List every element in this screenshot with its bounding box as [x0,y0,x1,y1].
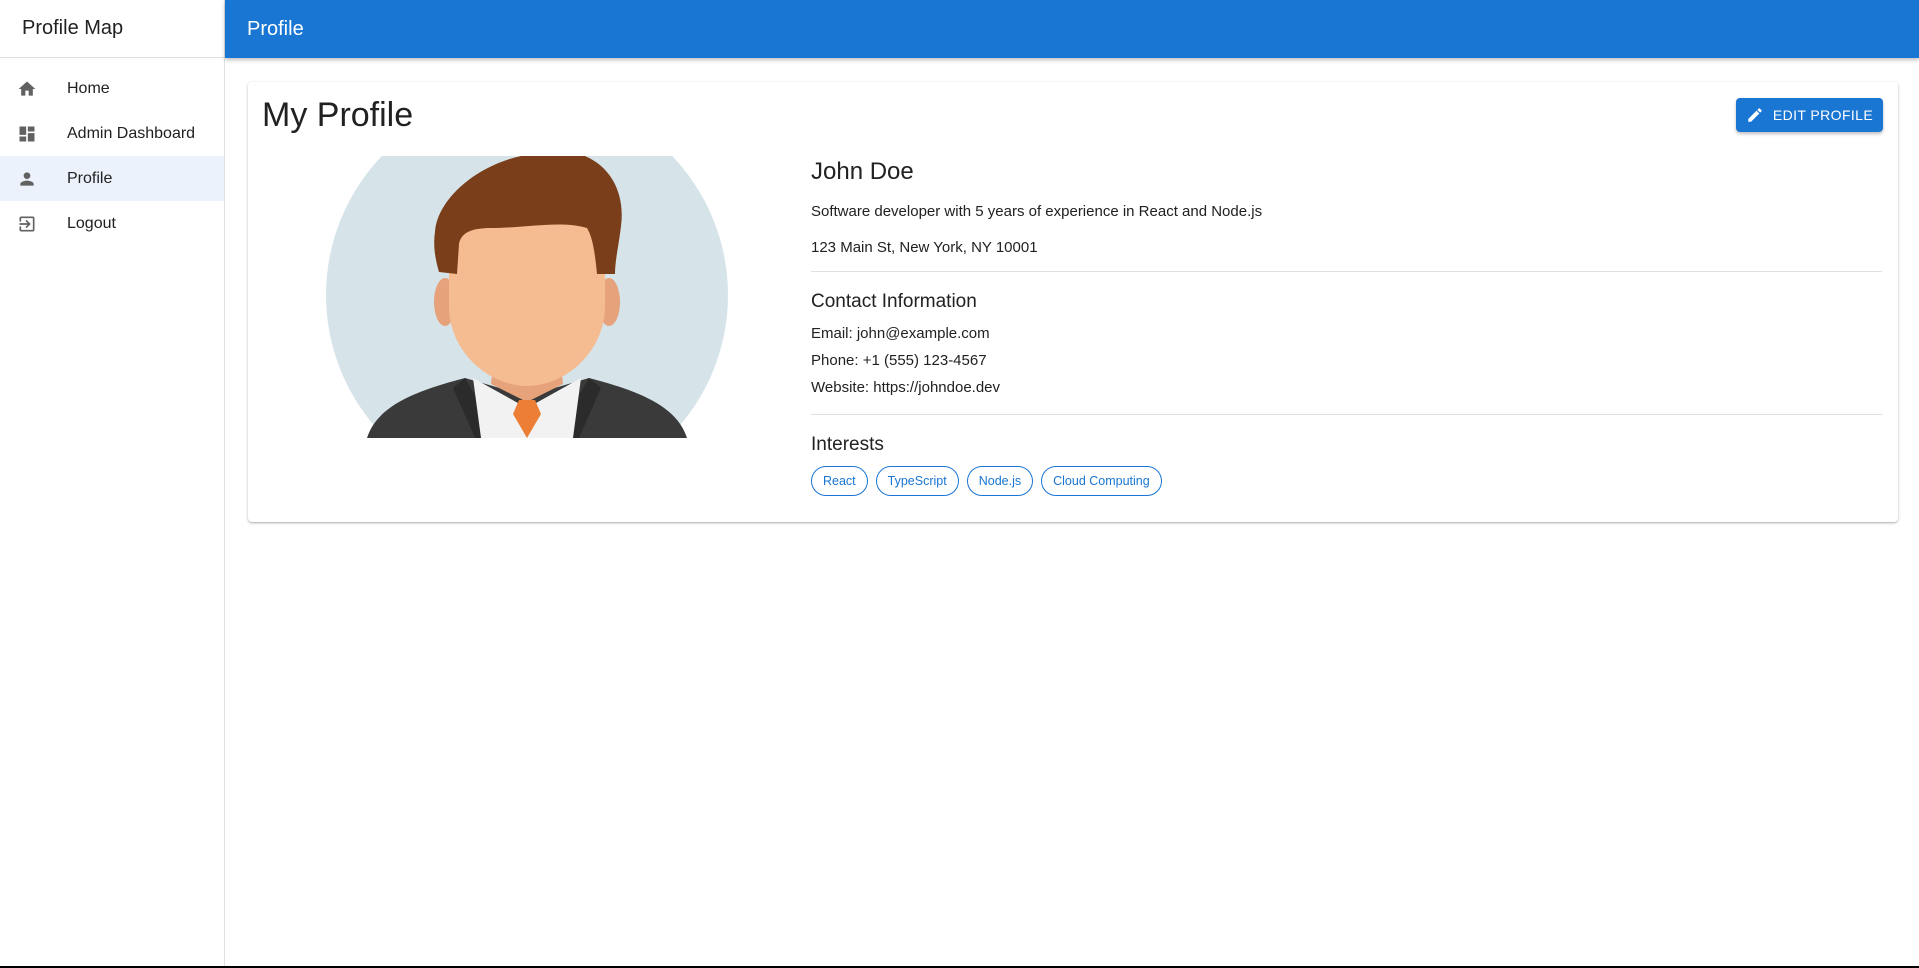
sidebar-item-label: Profile [67,169,113,187]
sidebar-item-label: Home [67,79,110,97]
sidebar-nav: Home Admin Dashboard Profile Logout [0,58,224,246]
app-root: Profile Map Home Admin Dashboard Profile [0,0,1919,968]
dashboard-icon [17,124,37,144]
interest-chip[interactable]: TypeScript [875,466,959,496]
sidebar-item-profile[interactable]: Profile [0,156,224,201]
profile-bio: Software developer with 5 years of exper… [811,203,1263,220]
interest-chip[interactable]: Node.js [966,466,1034,496]
profile-card: My Profile EDIT PROFILE John Doe Softwar… [248,82,1898,522]
edit-profile-label: EDIT PROFILE [1772,107,1874,123]
pencil-icon [1748,108,1762,122]
contact-email: Email: john@example.com [811,325,990,342]
interest-chip[interactable]: Cloud Computing [1041,466,1162,496]
interests-chips: React TypeScript Node.js Cloud Computing [811,466,1882,496]
sidebar-title: Profile Map [0,0,224,58]
interests-heading: Interests [811,434,884,455]
sidebar: Profile Map Home Admin Dashboard Profile [0,0,225,968]
contact-website: Website: https://johndoe.dev [811,379,1001,396]
divider [811,271,1882,272]
sidebar-item-home[interactable]: Home [0,66,224,111]
main-content: My Profile EDIT PROFILE John Doe Softwar… [225,58,1919,968]
sidebar-item-label: Logout [67,214,116,232]
profile-info: John Doe Software developer with 5 years… [811,156,1882,496]
profile-name: John Doe [811,158,914,185]
logout-icon [17,214,37,234]
person-icon [17,169,37,189]
sidebar-item-admin-dashboard[interactable]: Admin Dashboard [0,111,224,156]
profile-avatar [325,156,729,438]
app-bar-title: Profile [247,17,304,40]
sidebar-item-logout[interactable]: Logout [0,201,224,246]
contact-heading: Contact Information [811,291,977,312]
page-title: My Profile [262,96,414,134]
sidebar-item-label: Admin Dashboard [67,124,196,142]
person-avatar-illustration [326,156,728,438]
home-icon [17,79,37,99]
app-bar: Profile [225,0,1919,58]
contact-phone: Phone: +1 (555) 123-4567 [811,352,987,369]
interest-chip[interactable]: React [811,466,868,496]
edit-profile-button[interactable]: EDIT PROFILE [1736,98,1883,132]
divider [811,414,1882,415]
profile-address: 123 Main St, New York, NY 10001 [811,239,1038,256]
